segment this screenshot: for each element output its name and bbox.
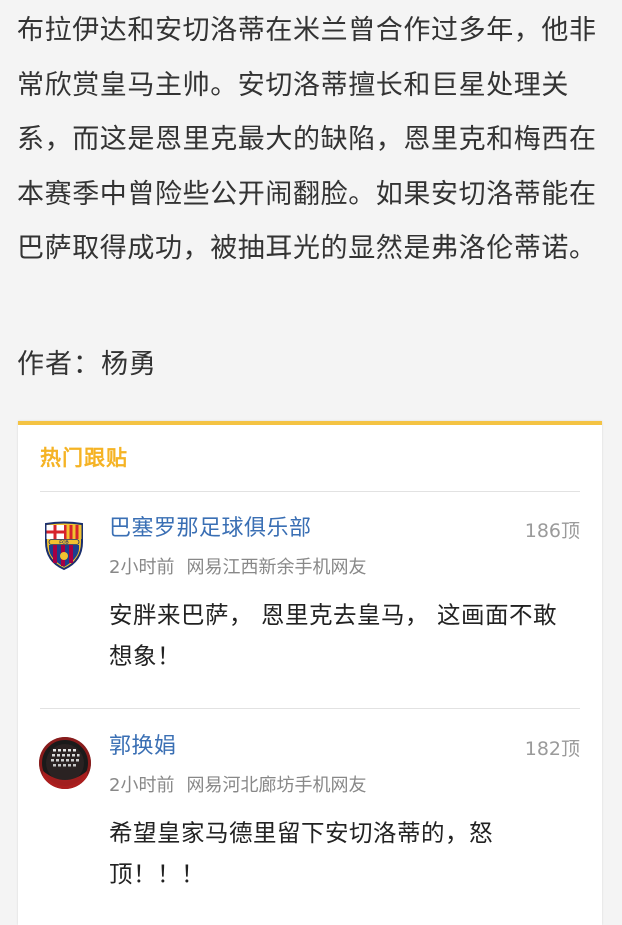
article-content: 布拉伊达和安切洛蒂在米兰曾合作过多年，他非常欣赏皇马主帅。安切洛蒂擅长和巨星处理… [17,4,607,277]
section-divider [40,491,580,492]
comment-upvote-count[interactable]: 182顶 [525,735,580,763]
comment-meta: 2小时前 网易河北廊坊手机网友 [109,773,366,799]
hot-comments-title: 热门跟贴 [40,446,128,470]
hot-comments-card: 热门跟贴 FCB 巴塞罗那足球俱乐部 186顶 2小时前 网易江西新余手机网友 … [18,421,602,925]
comment-time: 2小时前 [109,557,175,578]
comment-upvote-count[interactable]: 186顶 [525,517,580,545]
comment-time: 2小时前 [109,775,175,796]
comment-location: 网易江西新余手机网友 [186,557,367,578]
user-avatar-photo-icon[interactable] [39,737,91,789]
crest-text: FCB [59,539,69,544]
comment-username[interactable]: 巴塞罗那足球俱乐部 [109,513,312,545]
comment-meta: 2小时前 网易江西新余手机网友 [109,555,366,581]
comment-text[interactable]: 安胖来巴萨， 恩里克去皇马， 这画面不敢想象！ [109,595,579,677]
comment-username[interactable]: 郭换娟 [109,731,177,763]
comment-location: 网易河北廊坊手机网友 [186,775,367,796]
article-author: 作者：杨勇 [17,349,157,380]
comment-divider [40,708,580,709]
article-body-text: 布拉伊达和安切洛蒂在米兰曾合作过多年，他非常欣赏皇马主帅。安切洛蒂擅长和巨星处理… [17,15,597,264]
comment-text[interactable]: 希望皇家马德里留下安切洛蒂的，怒顶！！！ [109,813,579,895]
fc-barcelona-crest-icon[interactable]: FCB [42,521,86,571]
